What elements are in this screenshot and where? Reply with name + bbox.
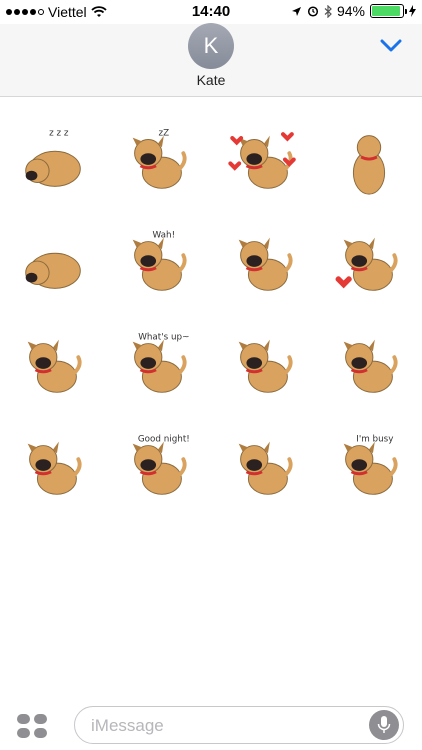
dog-sticker-stand (335, 237, 398, 291)
sticker-item[interactable] (317, 314, 422, 416)
svg-text:zZ: zZ (159, 129, 170, 139)
chevron-down-icon[interactable] (380, 39, 402, 53)
dog-sticker-sit: Wah! (132, 231, 187, 291)
svg-text:Good night!: Good night! (138, 435, 190, 445)
sticker-item[interactable] (0, 212, 106, 314)
battery-icon (370, 4, 407, 18)
dog-sticker-sit (228, 132, 296, 189)
dog-sticker-stand (27, 441, 82, 495)
sticker-item[interactable]: Good night! (106, 416, 212, 518)
dog-sticker-stand (238, 237, 293, 291)
dog-sticker-sit: What's up~ (132, 333, 190, 393)
status-bar: Viettel 14:40 94% (0, 0, 422, 24)
message-input[interactable]: iMessage (74, 706, 404, 744)
dog-sticker-sit (27, 339, 82, 393)
sticker-item[interactable]: z z z (0, 110, 106, 212)
bluetooth-icon (324, 4, 332, 18)
dog-sticker-sit: zZ (132, 129, 187, 189)
message-placeholder: iMessage (91, 716, 164, 735)
sticker-item[interactable] (211, 416, 317, 518)
sticker-item[interactable]: zZ (106, 110, 212, 212)
sticker-item[interactable] (211, 212, 317, 314)
sticker-grid: z z z zZ Wah! What's up~ Good night! I'm busy (0, 110, 422, 518)
sticker-item[interactable]: I'm busy (317, 416, 422, 518)
svg-text:I'm busy: I'm busy (356, 435, 393, 445)
sticker-item[interactable]: What's up~ (106, 314, 212, 416)
dog-sticker-stand (343, 339, 398, 393)
svg-text:Wah!: Wah! (153, 231, 176, 241)
battery-percent: 94% (336, 3, 365, 19)
sticker-item[interactable] (211, 110, 317, 212)
location-icon (291, 6, 301, 16)
app-drawer-icon[interactable] (16, 712, 48, 740)
dog-sticker-play (238, 339, 293, 393)
charging-icon (409, 5, 416, 17)
microphone-icon (377, 716, 391, 733)
conversation-header: K Kate (0, 23, 422, 97)
dog-sticker-roll (24, 252, 81, 289)
sticker-item[interactable]: Wah! (106, 212, 212, 314)
dog-sticker-back (353, 135, 386, 195)
alarm-icon (307, 6, 319, 17)
sticker-item[interactable] (317, 110, 422, 212)
dog-sticker-stand: Good night! (132, 435, 190, 495)
microphone-button[interactable] (369, 710, 399, 740)
svg-text:z z z: z z z (49, 129, 69, 139)
composer-bar: iMessage (0, 700, 422, 750)
sticker-item[interactable] (0, 314, 106, 416)
contact-name[interactable]: Kate (0, 72, 422, 88)
battery-level (372, 6, 401, 16)
svg-text:What's up~: What's up~ (138, 333, 189, 343)
dog-sticker-curl: z z z (24, 129, 81, 187)
status-right: 94% (291, 3, 416, 19)
dog-sticker-stand (238, 441, 293, 495)
sticker-item[interactable] (317, 212, 422, 314)
sticker-item[interactable] (211, 314, 317, 416)
dog-sticker-play: I'm busy (343, 435, 398, 495)
avatar[interactable]: K (188, 23, 234, 69)
sticker-item[interactable] (0, 416, 106, 518)
